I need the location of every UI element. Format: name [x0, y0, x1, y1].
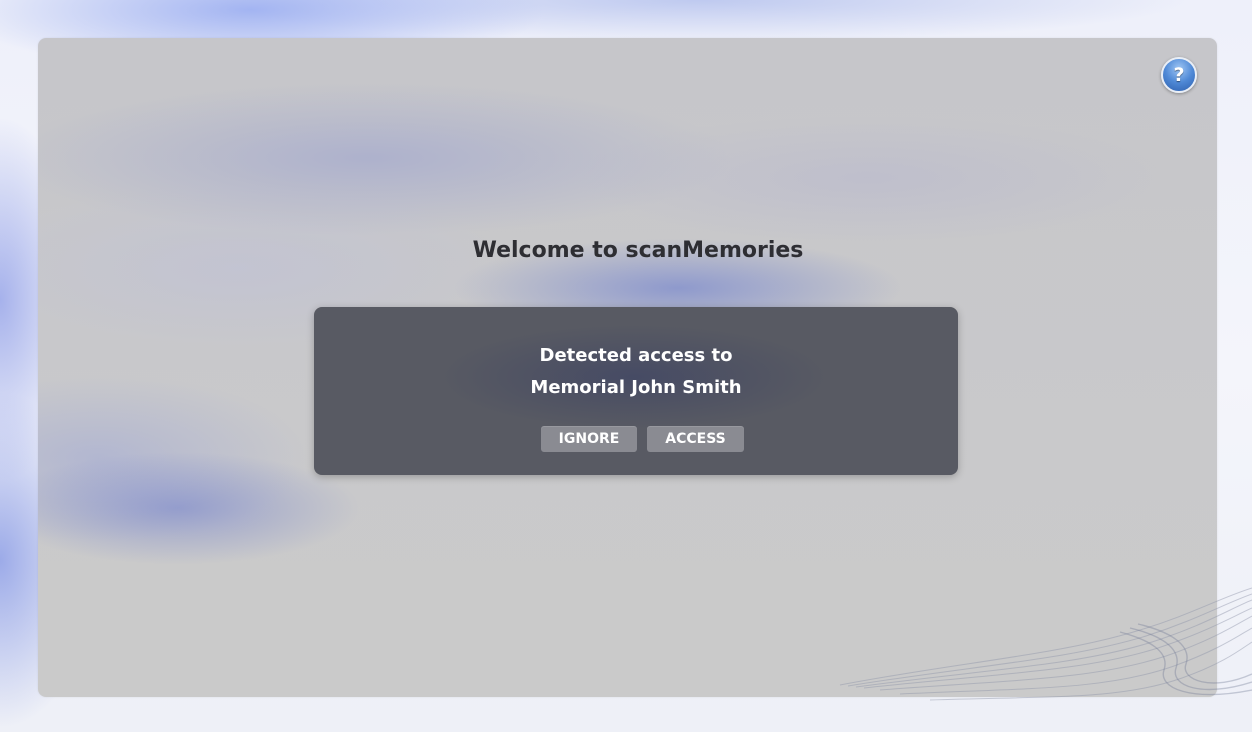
help-button[interactable]: ?	[1161, 57, 1197, 93]
decorative-swoosh	[839, 587, 1252, 701]
dialog-message-line2: Memorial John Smith	[530, 377, 742, 398]
access-button[interactable]: ACCESS	[647, 426, 744, 452]
ignore-button[interactable]: IGNORE	[541, 426, 637, 452]
dialog-message-line1: Detected access to	[539, 345, 733, 366]
page-title: Welcome to scanMemories	[472, 238, 804, 263]
access-dialog: Detected access to Memorial John Smith I…	[314, 307, 958, 475]
help-icon: ?	[1173, 63, 1185, 86]
